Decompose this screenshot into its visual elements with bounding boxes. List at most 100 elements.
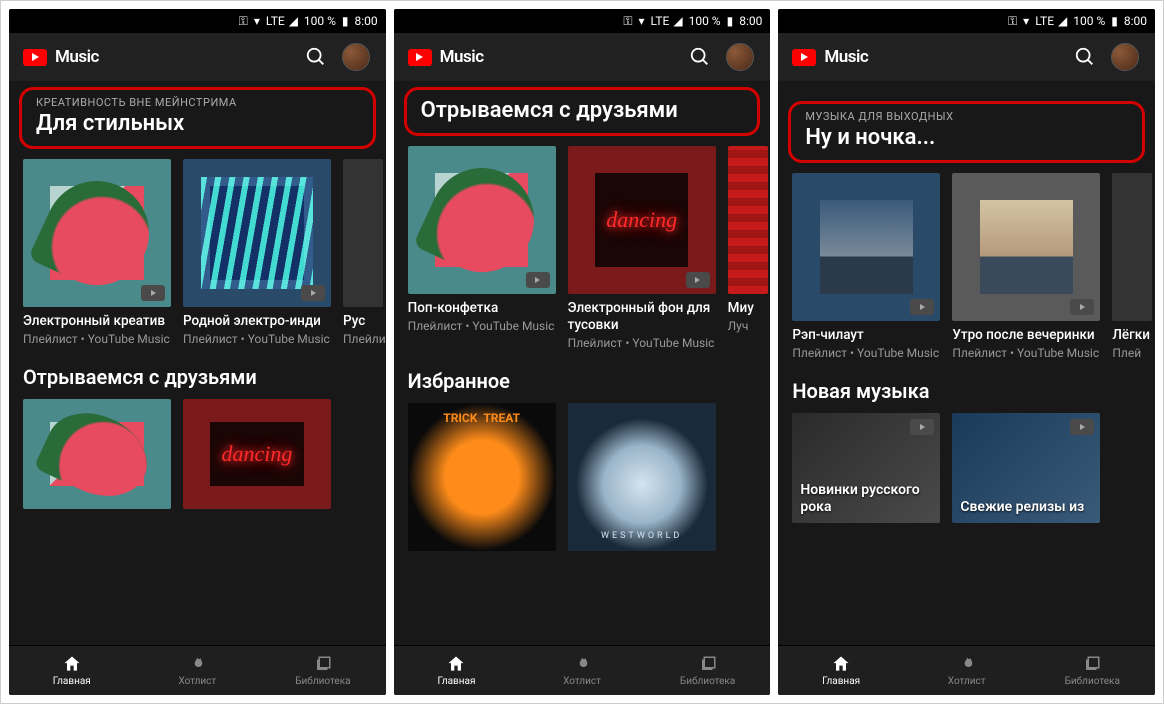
album-card[interactable]: TRICK TREAT	[408, 403, 556, 551]
nav-hotlist[interactable]: Хотлист	[135, 646, 261, 695]
section-title: Отрываемся с друзьями	[23, 365, 372, 389]
section-eyebrow: КРЕАТИВНОСТЬ ВНЕ МЕЙНСТРИМА	[36, 96, 359, 109]
banner-card[interactable]: Новинки русского рока	[792, 413, 940, 523]
section-title: Избранное	[408, 369, 757, 393]
album-art	[343, 159, 383, 307]
home-icon	[446, 654, 466, 674]
search-button[interactable]	[300, 41, 332, 73]
card-title: Рус	[343, 313, 373, 330]
section-eyebrow: МУЗЫКА ДЛЯ ВЫХОДНЫХ	[805, 110, 1128, 123]
bottom-nav: Главная Хотлист Библиотека	[9, 645, 386, 695]
album-art	[408, 146, 556, 294]
library-icon	[698, 654, 718, 674]
profile-button[interactable]	[1109, 41, 1141, 73]
wifi-icon: ▾	[254, 14, 260, 28]
avatar-icon	[1111, 43, 1139, 71]
youtube-logo-icon[interactable]	[792, 49, 816, 66]
album-art	[1112, 173, 1152, 321]
library-icon	[1082, 654, 1102, 674]
playlist-carousel[interactable]: Электронный креатив Плейлист • YouTube M…	[9, 159, 386, 355]
nav-library[interactable]: Библиотека	[645, 646, 771, 695]
playlist-card[interactable]	[183, 399, 331, 509]
flame-icon	[957, 654, 977, 674]
status-bar: ⚿ ▾ LTE◢ 100 % ▮ 8:00	[394, 9, 771, 33]
album-art: WESTWORLD	[568, 403, 716, 551]
content-area[interactable]: КРЕАТИВНОСТЬ ВНЕ МЕЙНСТРИМА Для стильных…	[9, 81, 386, 645]
playlist-carousel[interactable]: Поп-конфетка Плейлист • YouTube Music Эл…	[394, 146, 771, 359]
avatar-icon	[342, 43, 370, 71]
profile-button[interactable]	[724, 41, 756, 73]
search-icon	[689, 46, 711, 68]
card-title: Утро после вечеринки	[952, 327, 1100, 344]
nav-library[interactable]: Библиотека	[260, 646, 386, 695]
album-art	[183, 399, 331, 509]
album-carousel[interactable]: TRICK TREAT WESTWORLD	[394, 403, 771, 559]
playlist-card[interactable]: Электронный креатив Плейлист • YouTube M…	[23, 159, 171, 347]
nav-home[interactable]: Главная	[394, 646, 520, 695]
youtube-badge-icon	[301, 285, 325, 301]
battery-icon: ▮	[727, 14, 734, 28]
network-indicator: LTE◢	[1035, 14, 1067, 28]
app-header: Music	[9, 33, 386, 81]
app-name: Music	[440, 47, 484, 67]
search-button[interactable]	[684, 41, 716, 73]
library-icon	[313, 654, 333, 674]
banner-carousel[interactable]: Новинки русского рока Свежие релизы из	[778, 413, 1155, 523]
nav-hotlist[interactable]: Хотлист	[904, 646, 1030, 695]
youtube-logo-icon[interactable]	[408, 49, 432, 66]
content-area[interactable]: МУЗЫКА ДЛЯ ВЫХОДНЫХ Ну и ночка... Рэп-чи…	[778, 81, 1155, 645]
phone-screen-2: ⚿ ▾ LTE◢ 100 % ▮ 8:00 Music Отрываемся с…	[394, 9, 771, 695]
content-area[interactable]: Отрываемся с друзьями Поп-конфетка Плейл…	[394, 81, 771, 645]
album-card[interactable]: WESTWORLD	[568, 403, 716, 551]
youtube-badge-icon	[1070, 419, 1094, 435]
card-subtitle: Плейлист	[343, 332, 373, 348]
key-icon: ⚿	[1008, 14, 1017, 29]
playlist-card-partial[interactable]: Лёгки Плей	[1112, 173, 1142, 361]
playlist-card[interactable]: Электронный фон для тусовки Плейлист • Y…	[568, 146, 716, 351]
youtube-logo-icon[interactable]	[23, 49, 47, 66]
playlist-card[interactable]: Поп-конфетка Плейлист • YouTube Music	[408, 146, 556, 351]
section-header: Избранное	[394, 359, 771, 403]
playlist-card[interactable]	[23, 399, 171, 509]
section-header-highlighted: КРЕАТИВНОСТЬ ВНЕ МЕЙНСТРИМА Для стильных	[19, 87, 376, 149]
album-art	[23, 399, 171, 509]
nav-library[interactable]: Библиотека	[1029, 646, 1155, 695]
app-name: Music	[824, 47, 868, 67]
flame-icon	[187, 654, 207, 674]
profile-button[interactable]	[340, 41, 372, 73]
battery-icon: ▮	[1111, 14, 1118, 28]
playlist-card-partial[interactable]: Рус Плейлист	[343, 159, 373, 347]
app-header: Music	[778, 33, 1155, 81]
card-subtitle: Луч	[728, 319, 758, 335]
playlist-card-partial[interactable]: Миу Луч	[728, 146, 758, 351]
album-art	[23, 159, 171, 307]
battery-text: 100 %	[1073, 14, 1105, 28]
nav-home[interactable]: Главная	[778, 646, 904, 695]
search-button[interactable]	[1069, 41, 1101, 73]
card-title: Лёгки	[1112, 327, 1142, 344]
card-subtitle: Плейлист • YouTube Music	[183, 332, 331, 348]
nav-hotlist[interactable]: Хотлист	[519, 646, 645, 695]
three-screenshots-container: ⚿ ▾ LTE◢ 100 % ▮ 8:00 Music КРЕАТИВНОСТЬ…	[0, 0, 1164, 704]
album-art	[183, 159, 331, 307]
playlist-card[interactable]: Рэп-чилаут Плейлист • YouTube Music	[792, 173, 940, 361]
youtube-badge-icon	[910, 419, 934, 435]
section-header-highlighted: МУЗЫКА ДЛЯ ВЫХОДНЫХ Ну и ночка...	[788, 101, 1145, 163]
search-icon	[305, 46, 327, 68]
network-indicator: LTE◢	[266, 14, 298, 28]
network-indicator: LTE◢	[651, 14, 683, 28]
album-art	[568, 146, 716, 294]
card-title: Электронный фон для тусовки	[568, 300, 716, 334]
card-title: Родной электро-инди	[183, 313, 331, 330]
app-name: Music	[55, 47, 99, 67]
nav-home[interactable]: Главная	[9, 646, 135, 695]
youtube-badge-icon	[526, 272, 550, 288]
battery-icon: ▮	[342, 14, 349, 28]
playlist-carousel[interactable]: Рэп-чилаут Плейлист • YouTube Music Утро…	[778, 173, 1155, 369]
playlist-card[interactable]: Родной электро-инди Плейлист • YouTube M…	[183, 159, 331, 347]
banner-title: Свежие релизы из	[960, 499, 1084, 516]
banner-card[interactable]: Свежие релизы из	[952, 413, 1100, 523]
playlist-carousel[interactable]	[9, 399, 386, 517]
playlist-card[interactable]: Утро после вечеринки Плейлист • YouTube …	[952, 173, 1100, 361]
clock: 8:00	[1124, 14, 1147, 28]
